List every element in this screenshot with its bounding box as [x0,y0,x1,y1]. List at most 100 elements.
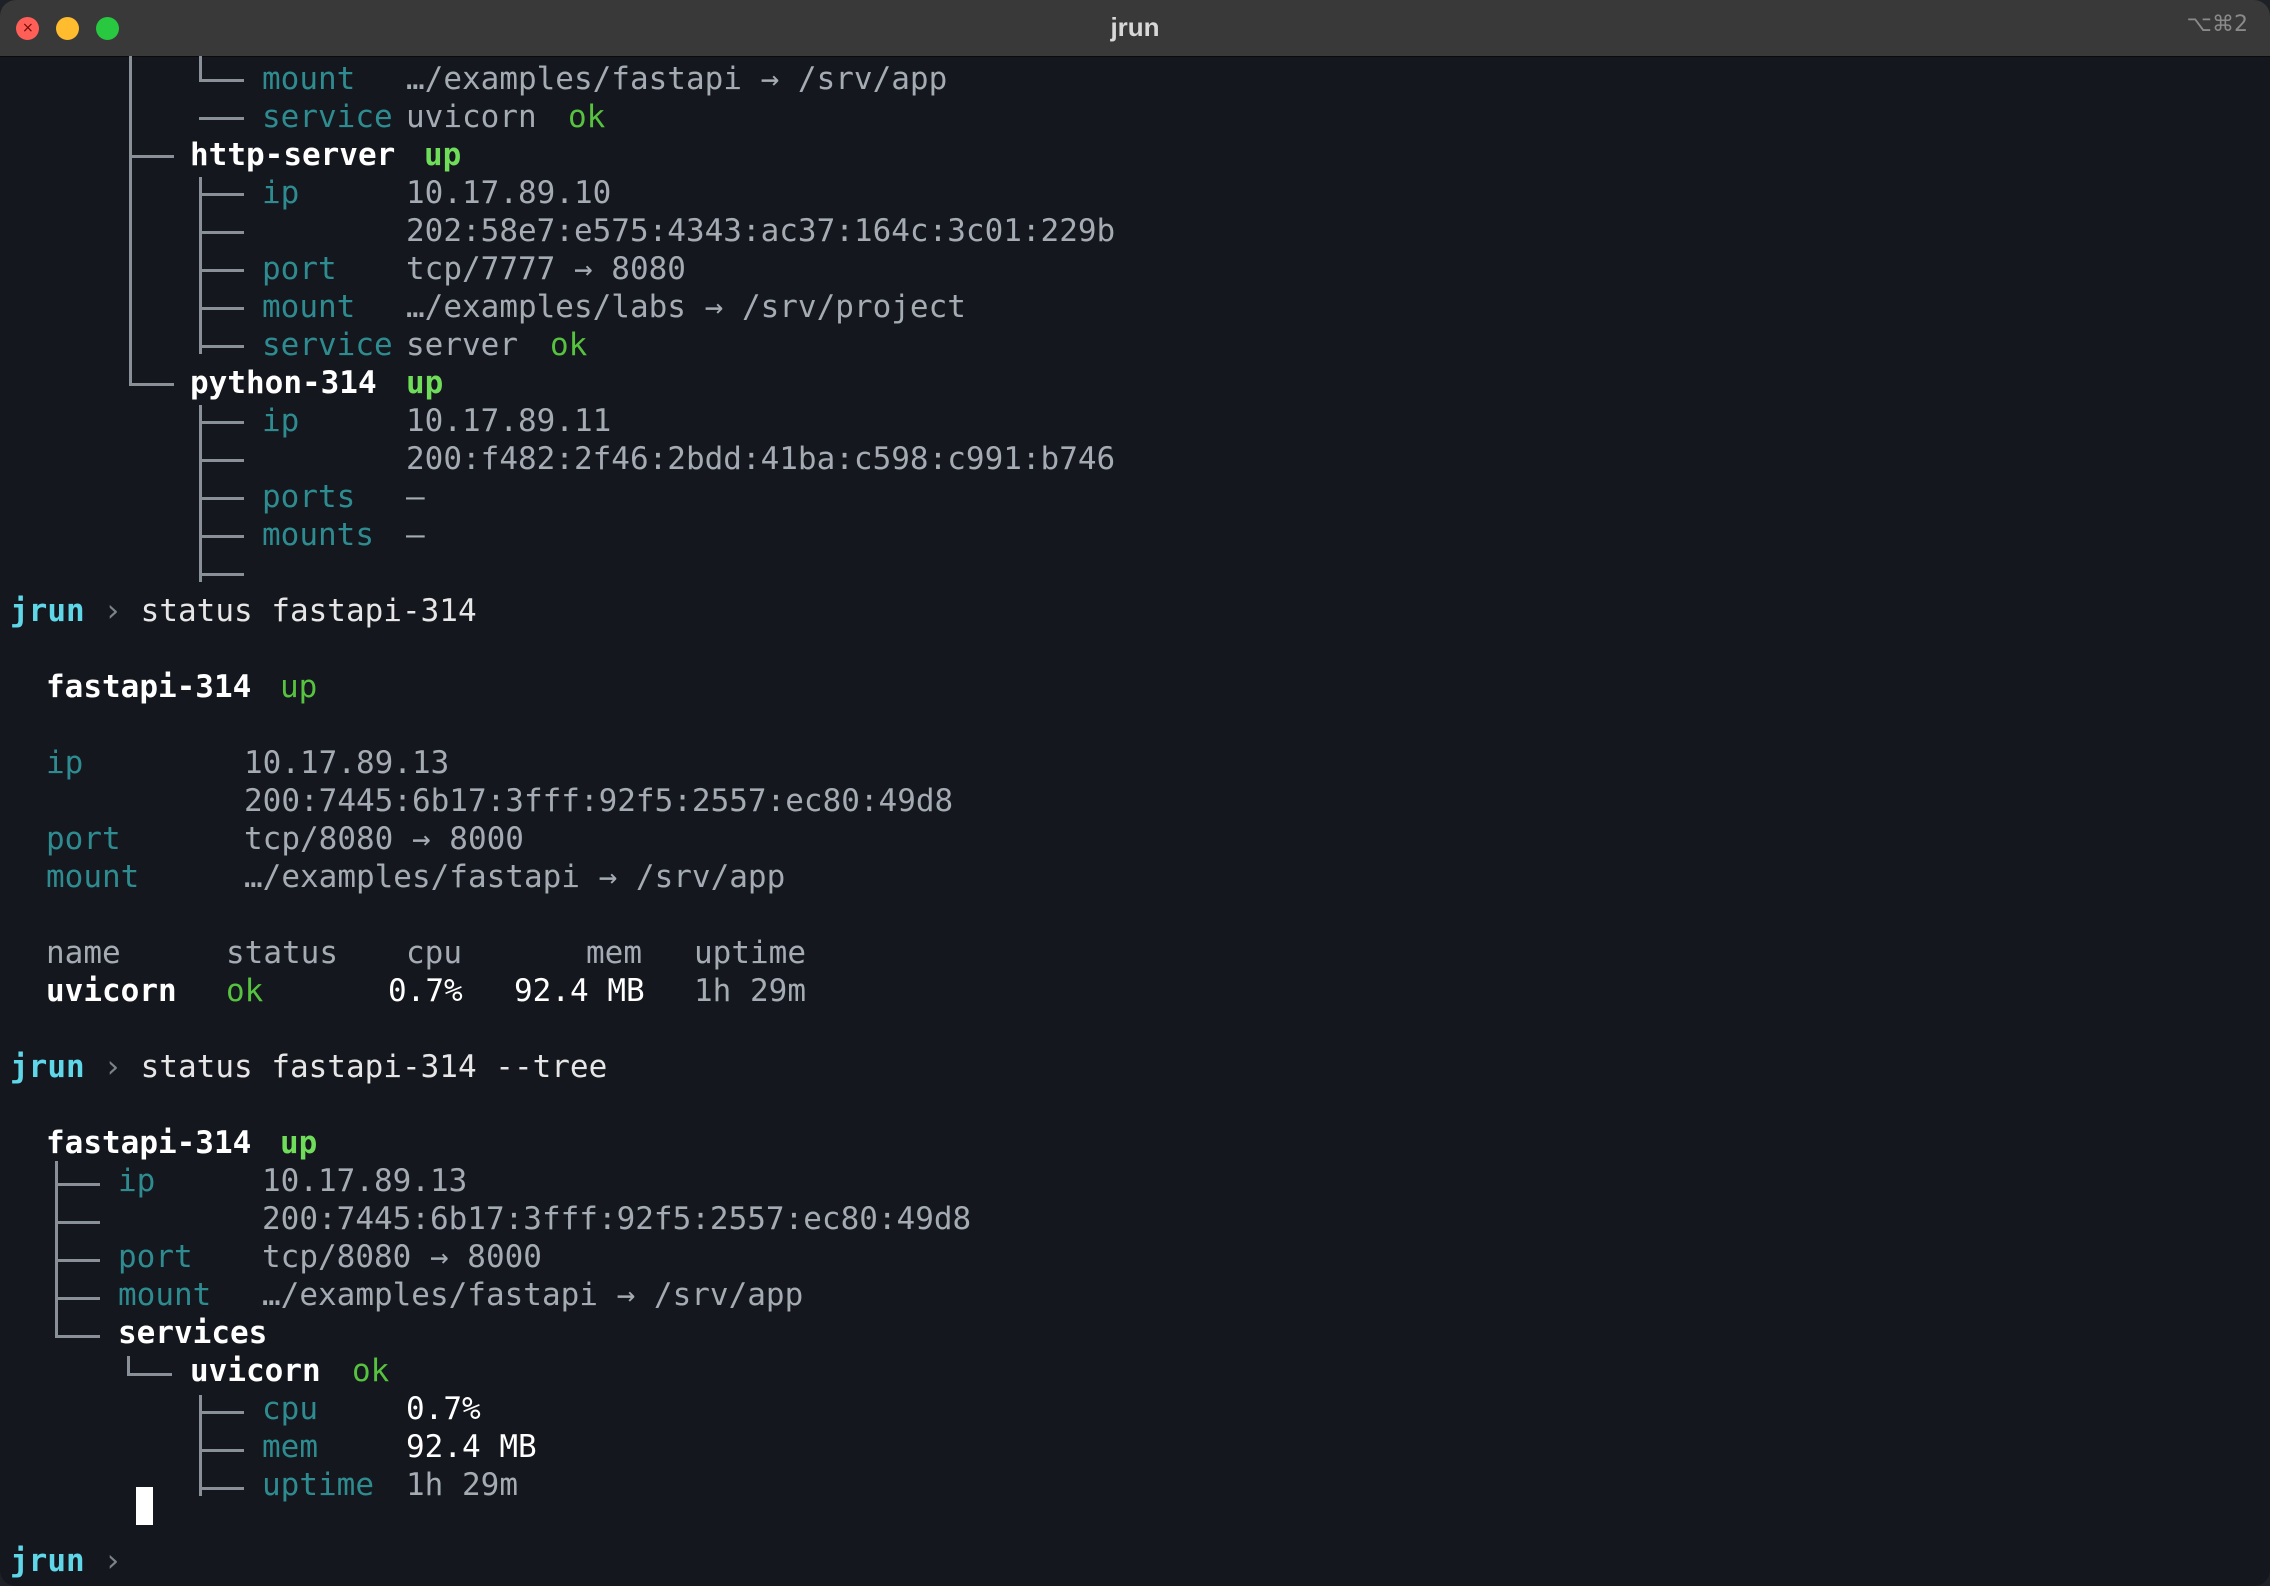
detail-key: ip [46,745,84,781]
container-state: up [280,669,318,705]
prompt-chevron-icon: › [103,1049,122,1085]
container-name: fastapi-314 [46,1125,252,1161]
metric-key: mem [262,1429,318,1465]
table-cell-uptime: 1h 29m [694,973,806,1009]
tree-branch [199,1449,244,1452]
tree-key: ip [118,1163,156,1199]
table-header-uptime: uptime [694,935,806,971]
tree-key: mount [262,289,356,325]
table-cell-status: ok [226,973,264,1009]
tree-branch [199,345,244,348]
services-label: services [118,1315,268,1351]
tree-row: mount [262,60,355,98]
metric-value: 92.4 MB [406,1429,537,1465]
tree-value: tcp/8080 → 8000 [262,1239,542,1275]
prompt-name: jrun [10,1049,85,1085]
tree-value: 202:58e7:e575:4343:ac37:164c:3c01:229b [406,213,1116,249]
tree-branch [55,1335,100,1338]
prompt-chevron-icon: › [103,593,122,629]
tree-key: port [118,1239,193,1275]
tree-branch [199,79,244,82]
prompt-name: jrun [10,593,85,629]
tree-value: 10.17.89.13 [262,1163,468,1199]
tree-branch [199,1411,244,1414]
table-header-mem: mem [586,935,642,971]
tree-key: port [262,251,337,287]
terminal-output[interactable]: mount …/examples/fastapi → /srv/app serv… [0,56,2270,1586]
tree-key: service [262,327,393,363]
metric-value: 1h 29m [406,1467,518,1503]
tree-branch [127,1373,172,1376]
detail-key: port [46,821,121,857]
service-status: ok [568,99,606,135]
command-text: status fastapi-314 --tree [140,1049,608,1085]
tree-branch [55,1221,100,1224]
tree-branch [199,307,244,310]
tree-value: 200:f482:2f46:2bdd:41ba:c598:c991:b746 [406,441,1116,477]
tree-branch [199,231,244,234]
metric-key: cpu [262,1391,318,1427]
tree-line [129,56,132,385]
tree-value: …/examples/fastapi → /srv/app [406,61,948,97]
tree-line [199,405,202,582]
table-cell-name: uvicorn [46,973,177,1009]
detail-value: tcp/8080 → 8000 [244,821,524,857]
tree-branch [199,193,244,196]
table-cell-mem: 92.4 MB [514,973,645,1009]
window-title: jrun [1110,12,1160,42]
text-cursor[interactable] [136,1487,153,1525]
tree-key: ports [262,479,356,515]
tree-branch [199,421,244,424]
tree-value: 10.17.89.10 [406,175,612,211]
window-shortcut: ⌥⌘2 [2186,12,2248,37]
detail-value: 10.17.89.13 [244,745,450,781]
table-header-status: status [226,935,338,971]
detail-value: 200:7445:6b17:3fff:92f5:2557:ec80:49d8 [244,783,954,819]
tree-line [199,177,202,354]
tree-branch [199,117,244,120]
service-status: ok [550,327,588,363]
tree-line [55,1161,58,1338]
container-name: http-server [190,137,396,173]
tree-value: 10.17.89.11 [406,403,612,439]
container-name: fastapi-314 [46,669,252,705]
tree-value: server [406,327,518,363]
title-bar: × jrun ⌥⌘2 [0,0,2270,57]
container-state: up [406,365,444,401]
tree-branch [199,459,244,462]
tree-branch [129,155,174,158]
tree-value: uvicorn [406,99,537,135]
tree-value: 200:7445:6b17:3fff:92f5:2557:ec80:49d8 [262,1201,972,1237]
table-cell-cpu: 0.7% [388,973,463,1009]
tree-line [199,56,202,81]
tree-branch [199,497,244,500]
tree-branch [55,1183,100,1186]
tree-value: …/examples/fastapi → /srv/app [262,1277,804,1313]
metric-key: uptime [262,1467,374,1503]
tree-branch [199,535,244,538]
tree-key: mount [118,1277,212,1313]
tree-branch [199,1487,244,1490]
command-line: jrun › status fastapi-314 [10,592,477,630]
prompt-line[interactable]: jrun › [10,1542,122,1580]
tree-branch [129,383,174,386]
tree-value: …/examples/labs → /srv/project [406,289,966,325]
metric-value: 0.7% [406,1391,481,1427]
tree-key: mounts [262,517,374,553]
tree-key: ip [262,175,300,211]
detail-value: …/examples/fastapi → /srv/app [244,859,786,895]
container-state: up [280,1125,318,1161]
service-name: uvicorn [190,1353,321,1389]
container-name: python-314 [190,365,377,401]
container-state: up [424,137,462,173]
service-status: ok [352,1353,390,1389]
table-header-cpu: cpu [406,935,462,971]
terminal-window: × jrun ⌥⌘2 mount …/examples/fastapi → /s… [0,0,2270,1586]
tree-branch [199,573,244,576]
tree-row: service [262,98,393,136]
tree-value: tcp/7777 → 8080 [406,251,686,287]
command-line: jrun › status fastapi-314 --tree [10,1048,607,1086]
prompt-chevron-icon: › [103,1543,122,1579]
table-header-name: name [46,935,121,971]
tree-value: — [406,517,425,553]
